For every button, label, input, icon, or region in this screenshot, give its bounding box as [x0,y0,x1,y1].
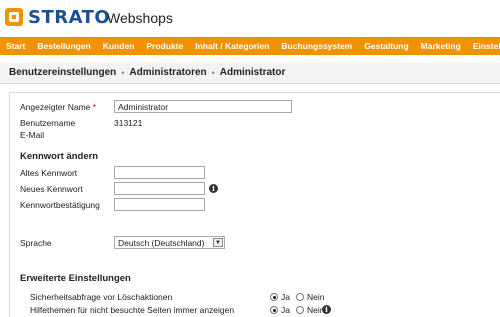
delete-confirm-no-label: Nein [306,292,325,302]
breadcrumb-item-benutzereinstellungen[interactable]: Benutzereinstellungen [9,67,116,78]
old-password-label: Altes Kennwort [20,168,78,178]
product-name: Webshops [107,10,173,26]
delete-confirm-yes-radio[interactable] [270,293,278,301]
old-password-field[interactable] [114,166,205,179]
help-topics-no-radio[interactable] [295,306,304,314]
delete-confirm-yes-label: Ja [281,292,290,302]
confirm-password-field[interactable] [114,198,205,211]
nav-item-einstellungen[interactable]: Einstellungen [467,41,500,51]
delete-confirm-label: Sicherheitsabfrage vor Löschaktionen [30,292,173,302]
nav-item-buchungssystem[interactable]: Buchungssystem [275,41,358,51]
username-value: 313121 [114,118,143,128]
username-label: Benutzername [20,118,76,128]
nav-item-marketing[interactable]: Marketing [415,41,467,51]
nav-item-start[interactable]: Start [0,41,31,51]
main-nav: Start Bestellungen Kunden Produkte Inhal… [0,37,500,55]
app-header: STRATO Webshops [0,0,500,36]
nav-item-kunden[interactable]: Kunden [97,41,141,51]
language-selected-value: Deutsch (Deutschland) [118,237,205,248]
info-icon[interactable]: i [209,184,218,193]
settings-panel: Angezeigter Name * Benutzername 313121 E… [9,92,500,317]
brand-name: STRATO [28,6,111,28]
breadcrumb-item-administratoren[interactable]: Administratoren [129,67,206,78]
required-marker: * [92,102,97,112]
help-topics-yes-radio[interactable] [270,306,278,314]
breadcrumb-separator-icon: • [121,67,125,78]
password-section-heading: Kennwort ändern [20,151,99,162]
nav-item-gestaltung[interactable]: Gestaltung [358,41,414,51]
breadcrumb-separator-icon: • [211,67,215,78]
delete-confirm-radio-group: Ja Nein [270,292,330,302]
delete-confirm-no-radio[interactable] [295,293,304,301]
confirm-password-label: Kennwortbestätigung [20,200,100,210]
email-label: E-Mail [20,130,45,140]
strato-logo[interactable]: STRATO [5,5,110,29]
advanced-settings-heading: Erweiterte Einstellungen [20,273,131,284]
breadcrumb-bar: Benutzereinstellungen • Administratoren … [0,62,500,84]
nav-item-produkte[interactable]: Produkte [140,41,189,51]
strato-logo-icon [5,8,23,26]
help-topics-label: Hilfethemen für nicht besuchte Seiten im… [30,305,235,315]
breadcrumb-item-administrator: Administrator [219,67,286,78]
language-label: Sprache [20,238,52,248]
nav-item-inhalt-kategorien[interactable]: Inhalt / Kategorien [189,41,275,51]
language-select[interactable]: Deutsch (Deutschland) ▼ [114,236,225,249]
nav-item-bestellungen[interactable]: Bestellungen [31,41,96,51]
info-icon[interactable]: i [322,305,331,314]
chevron-down-icon[interactable]: ▼ [213,238,223,247]
new-password-field[interactable] [114,182,205,195]
breadcrumb: Benutzereinstellungen • Administratoren … [9,67,285,78]
help-topics-yes-label: Ja [281,305,290,315]
display-name-label: Angezeigter Name * [20,102,97,112]
new-password-label: Neues Kennwort [20,184,83,194]
display-name-field[interactable] [114,100,292,113]
